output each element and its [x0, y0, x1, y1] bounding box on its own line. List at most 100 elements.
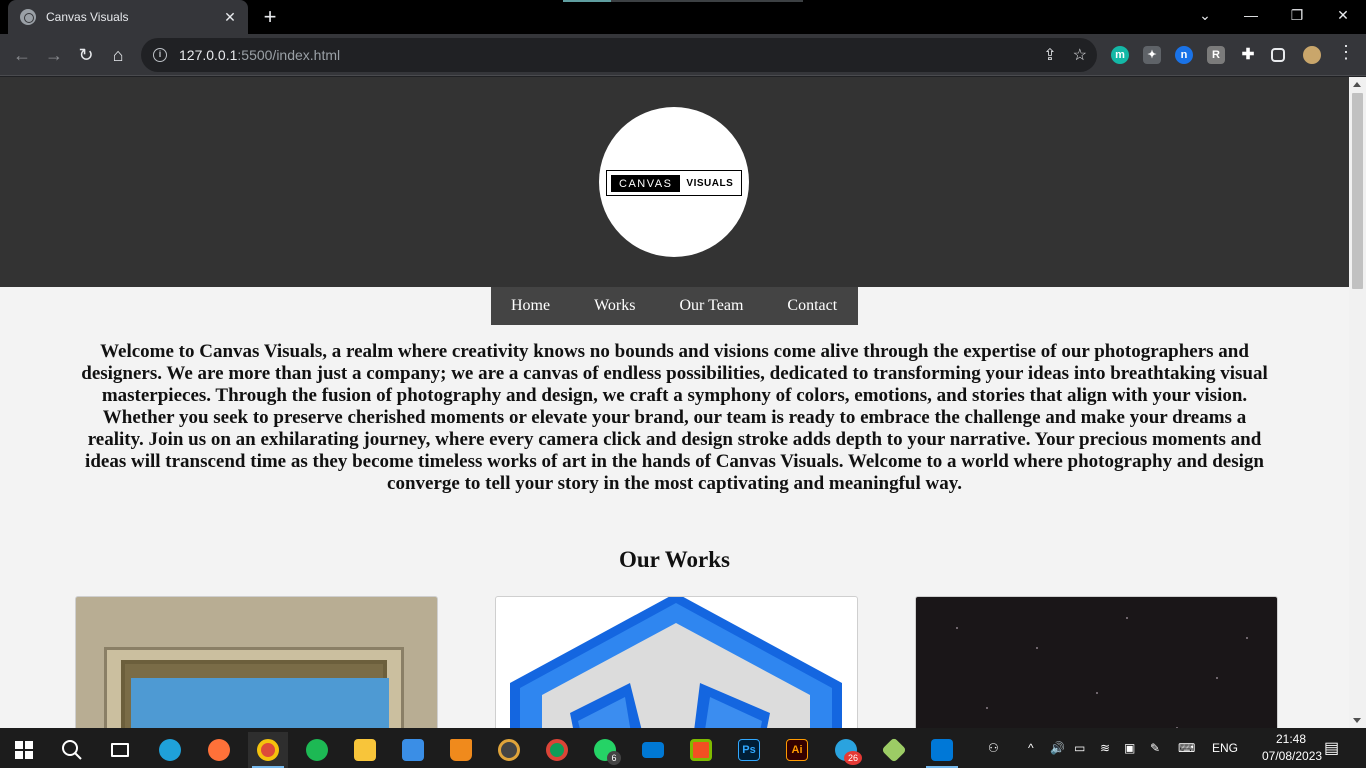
browser-menu-icon[interactable]: ⋮	[1336, 42, 1356, 63]
browser-tab-bar: Canvas Visuals ✕ + ⌄ — ❐ ✕	[0, 0, 1366, 34]
url-host: 127.0.0.1	[179, 47, 238, 63]
logo-word-visuals: VISUALS	[686, 177, 734, 189]
nav-link-works[interactable]: Works	[594, 297, 635, 315]
telegram-app[interactable]: 26	[826, 732, 866, 768]
extension-m-icon[interactable]: m	[1111, 46, 1129, 64]
clock-time: 21:48	[1275, 732, 1307, 746]
media-player-app[interactable]	[489, 732, 529, 768]
photoshop-app[interactable]: Ps	[729, 732, 769, 768]
task-view-button[interactable]	[100, 732, 140, 768]
firefox-app[interactable]	[199, 732, 239, 768]
extension-r-icon[interactable]: R	[1207, 46, 1225, 64]
star-dot	[956, 627, 958, 629]
tab-strip-indicator	[563, 0, 611, 2]
store-icon	[690, 739, 712, 761]
edge-app[interactable]	[150, 732, 190, 768]
chrome-app[interactable]	[248, 732, 288, 768]
back-icon[interactable]: ←	[10, 43, 34, 67]
profile-avatar[interactable]	[1301, 44, 1323, 66]
browser-toolbar: ← → ↻ ⌂ i 127.0.0.1 :5500/index.html ⇪ ☆…	[0, 34, 1366, 76]
tray-overflow-icon[interactable]: ^	[1028, 728, 1034, 768]
search-icon	[62, 740, 82, 760]
scroll-thumb[interactable]	[1352, 93, 1363, 289]
volume-icon[interactable]: 🔊	[1050, 728, 1065, 768]
keyboard-icon[interactable]: ⌨	[1178, 728, 1195, 768]
page-scrollbar[interactable]	[1349, 77, 1366, 728]
file-explorer-app[interactable]	[345, 732, 385, 768]
nav-link-home[interactable]: Home	[511, 297, 550, 315]
site-info-icon[interactable]: i	[153, 48, 167, 62]
scroll-down-icon[interactable]	[1353, 718, 1361, 723]
work-card-window[interactable]	[75, 596, 438, 728]
nav-link-our-team[interactable]: Our Team	[679, 297, 743, 315]
git-app[interactable]	[874, 732, 914, 768]
work-card-logo[interactable]	[495, 596, 858, 728]
share-icon[interactable]: ⇪	[1043, 45, 1056, 65]
pen-icon[interactable]: ✎	[1150, 728, 1160, 768]
photoshop-icon: Ps	[738, 739, 760, 761]
vscode-app[interactable]	[922, 732, 962, 768]
search-button[interactable]	[52, 732, 92, 768]
git-icon	[881, 737, 907, 763]
chrome-alt-icon	[546, 739, 568, 761]
illustrator-app[interactable]: Ai	[777, 732, 817, 768]
reload-icon[interactable]: ↻	[74, 43, 98, 67]
notifications-icon[interactable]: ▤	[1324, 728, 1339, 768]
star-dot	[1216, 677, 1218, 679]
star-dot	[1096, 692, 1098, 694]
intro-paragraph: Welcome to Canvas Visuals, a realm where…	[81, 341, 1268, 494]
extension-puzzle-icon[interactable]: ✦	[1143, 46, 1161, 64]
extensions-icon[interactable]: ✚	[1239, 46, 1257, 64]
chrome-icon	[257, 739, 279, 761]
minimize-button[interactable]: —	[1228, 0, 1274, 30]
tab-title: Canvas Visuals	[46, 10, 129, 24]
address-bar[interactable]: i 127.0.0.1 :5500/index.html ⇪ ☆	[141, 38, 1097, 72]
logo-wordmark: CANVAS VISUALS	[606, 170, 742, 196]
bookmark-star-icon[interactable]: ☆	[1073, 45, 1087, 65]
side-panel-icon[interactable]	[1271, 48, 1285, 62]
system-clock[interactable]: 21:48 07/08/2023	[1262, 731, 1323, 765]
touchpad-icon[interactable]: ▣	[1124, 728, 1135, 768]
vlc-app[interactable]	[441, 732, 481, 768]
close-window-button[interactable]: ✕	[1320, 0, 1366, 30]
mail-app[interactable]	[633, 732, 673, 768]
spotify-app[interactable]	[297, 732, 337, 768]
extension-n-icon[interactable]: n	[1175, 46, 1193, 64]
start-button[interactable]	[4, 732, 44, 768]
windows-icon	[15, 741, 33, 759]
new-tab-button[interactable]: +	[258, 5, 282, 29]
whatsapp-badge: 6	[607, 751, 621, 765]
chrome-profile-app[interactable]	[537, 732, 577, 768]
star-dot	[1126, 617, 1128, 619]
vscode-icon	[931, 739, 953, 761]
battery-icon[interactable]: ▭	[1074, 728, 1085, 768]
whatsapp-app[interactable]: 6	[585, 732, 625, 768]
url-path: :5500/index.html	[237, 47, 341, 63]
site-header: CANVAS VISUALS	[0, 77, 1349, 287]
edge-icon	[159, 739, 181, 761]
clock-date: 07/08/2023	[1262, 749, 1323, 763]
site-logo[interactable]: CANVAS VISUALS	[599, 107, 749, 257]
forward-icon[interactable]: →	[42, 43, 66, 67]
restore-button[interactable]: ❐	[1274, 0, 1320, 30]
language-indicator[interactable]: ENG	[1212, 728, 1238, 768]
tab-search-button[interactable]: ⌄	[1182, 0, 1228, 30]
spotify-icon	[306, 739, 328, 761]
star-dot	[1246, 637, 1248, 639]
photos-icon	[402, 739, 424, 761]
home-icon[interactable]: ⌂	[106, 43, 130, 67]
tab-close-button[interactable]: ✕	[222, 9, 238, 25]
wifi-icon[interactable]: ≋	[1100, 728, 1110, 768]
nav-link-contact[interactable]: Contact	[787, 297, 837, 315]
store-app[interactable]	[681, 732, 721, 768]
illustrator-icon: Ai	[786, 739, 808, 761]
scroll-up-icon[interactable]	[1353, 82, 1361, 87]
site-nav: Home Works Our Team Contact	[491, 287, 858, 325]
window-frame-image	[104, 647, 404, 728]
tab-strip-divider	[611, 0, 803, 2]
people-icon[interactable]: ⚇	[988, 728, 999, 768]
telegram-badge: 26	[844, 751, 862, 765]
photos-app[interactable]	[393, 732, 433, 768]
work-card-night-sky[interactable]	[915, 596, 1278, 728]
browser-tab[interactable]: Canvas Visuals ✕	[8, 0, 248, 34]
